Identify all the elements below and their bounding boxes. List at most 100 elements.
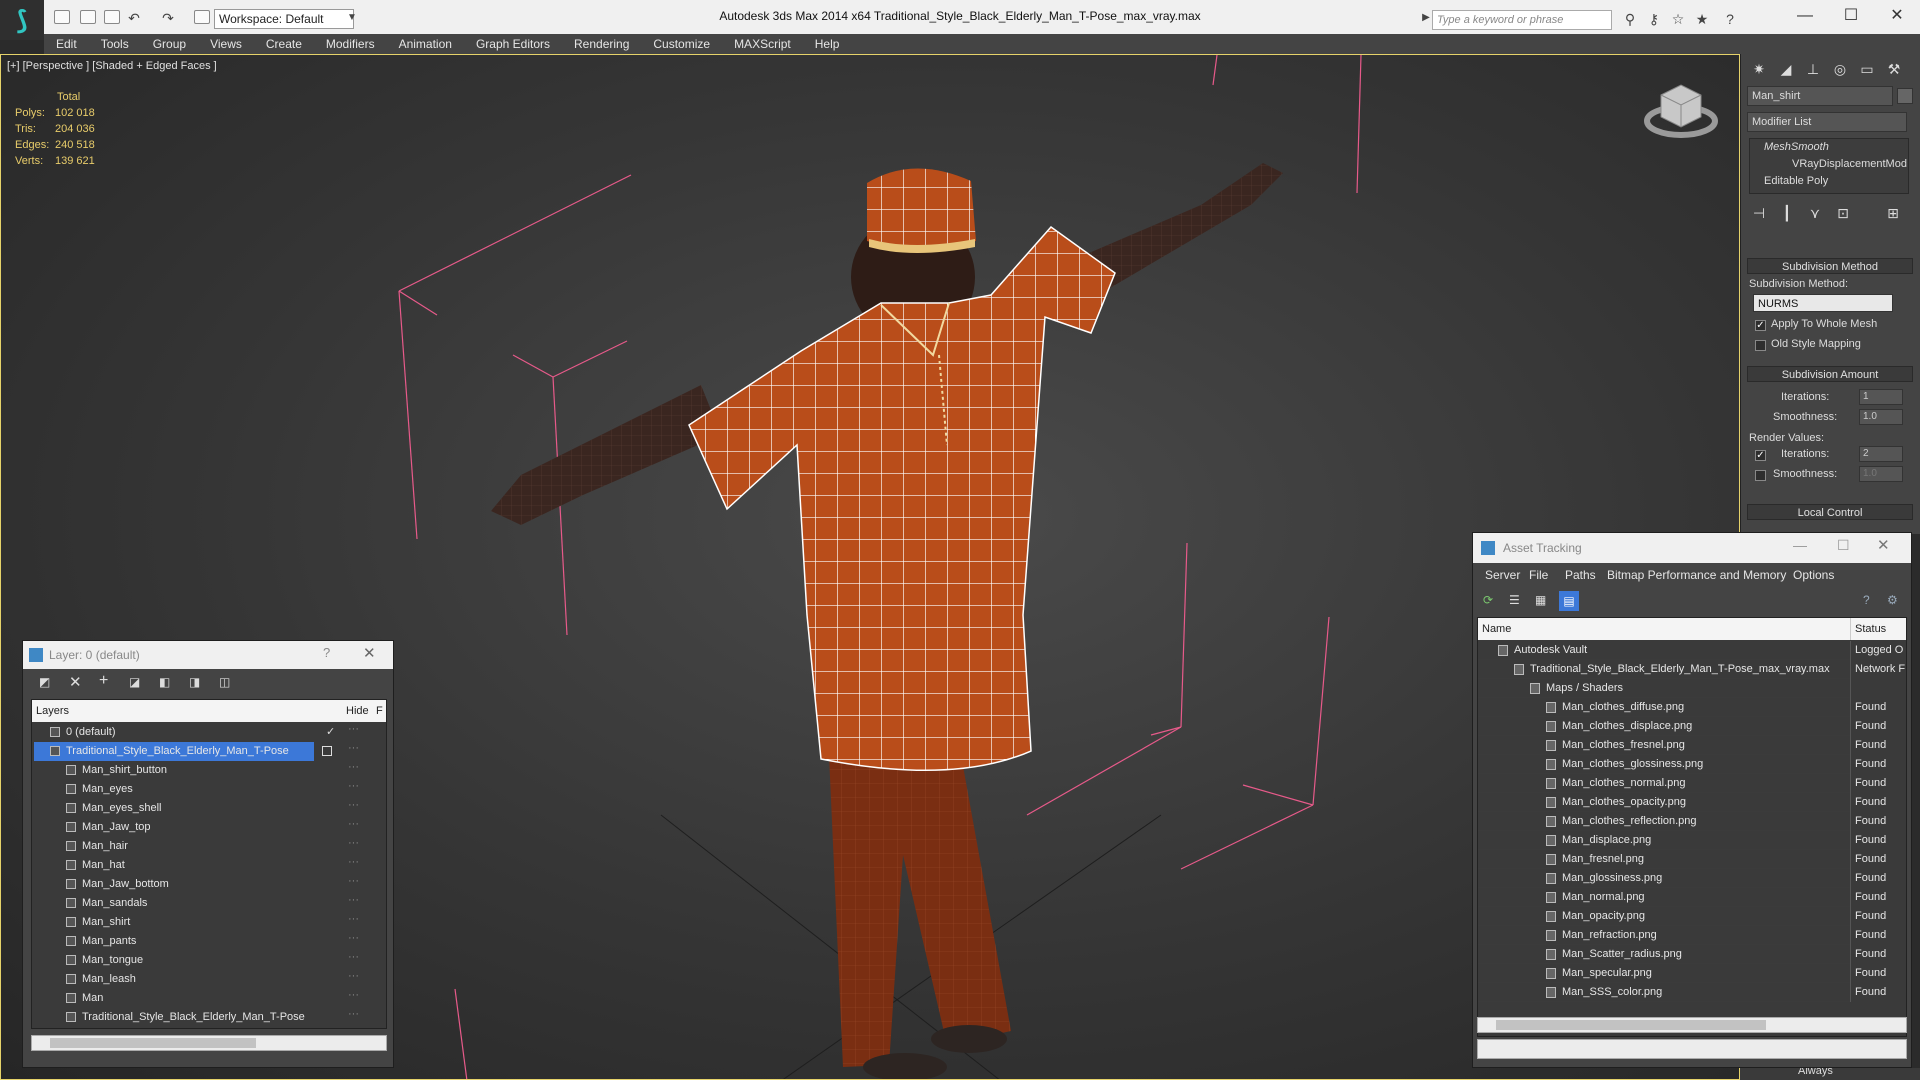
asset-row[interactable]: Man_normal.png Found [1478, 888, 1906, 907]
table-view-icon[interactable]: ▦ [1535, 593, 1546, 607]
open-file-icon[interactable] [80, 10, 96, 24]
hide-toggle-icon[interactable]: ··· [348, 948, 359, 967]
asset-row[interactable]: Man_opacity.png Found [1478, 907, 1906, 926]
help-icon[interactable]: ? [323, 645, 330, 660]
modify-tab-icon[interactable]: ◢ [1774, 58, 1798, 80]
hide-toggle-icon[interactable]: ··· [348, 967, 359, 986]
make-unique-icon[interactable]: ⋎ [1803, 202, 1827, 224]
hide-toggle-icon[interactable]: ··· [348, 815, 359, 834]
object-name-field[interactable]: Man_shirt [1747, 86, 1893, 106]
column-status[interactable]: Status [1850, 618, 1886, 640]
close-icon[interactable]: ✕ [363, 644, 376, 662]
set-current-checkbox[interactable] [322, 746, 332, 756]
hide-toggle-icon[interactable]: ··· [348, 986, 359, 1005]
smoothness-spinner[interactable]: 1.0 [1859, 409, 1903, 425]
scrollbar-thumb[interactable] [50, 1038, 256, 1048]
create-tab-icon[interactable]: ✷ [1747, 58, 1771, 80]
layer-row[interactable]: Man_hair ··· [32, 837, 386, 856]
menu-group[interactable]: Group [141, 34, 198, 54]
layer-row[interactable]: Man_leash ··· [32, 970, 386, 989]
layer-row[interactable]: Man_eyes_shell ··· [32, 799, 386, 818]
utilities-tab-icon[interactable]: ⚒ [1882, 58, 1906, 80]
layer-row[interactable]: Man_Jaw_bottom ··· [32, 875, 386, 894]
binoculars-icon[interactable]: ⚲ [1622, 11, 1638, 27]
motion-tab-icon[interactable]: ◎ [1828, 58, 1852, 80]
asset-row[interactable]: Man_displace.png Found [1478, 831, 1906, 850]
display-tab-icon[interactable]: ▭ [1855, 58, 1879, 80]
chevron-down-icon[interactable]: ▼ [344, 10, 360, 26]
hide-toggle-icon[interactable]: ··· [348, 796, 359, 815]
hierarchy-tab-icon[interactable]: ⊥ [1801, 58, 1825, 80]
show-end-result-icon[interactable]: ┃ [1775, 202, 1799, 224]
old-style-mapping-checkbox[interactable] [1755, 340, 1766, 351]
asset-row[interactable]: Man_specular.png Found [1478, 964, 1906, 983]
redo-icon[interactable]: ↷ [160, 10, 176, 26]
column-freeze[interactable]: F [376, 700, 383, 722]
create-layer-icon[interactable]: ◩ [39, 675, 50, 689]
help-icon[interactable]: ? [1863, 593, 1870, 607]
modifier-stack-item[interactable]: VRayDisplacementMod [1792, 158, 1907, 170]
menu-tools[interactable]: Tools [89, 34, 141, 54]
render-smoothness-spinner[interactable]: 1.0 [1859, 466, 1903, 482]
hide-toggle-icon[interactable]: ··· [348, 853, 359, 872]
rollout-local-control[interactable]: Local Control [1747, 504, 1913, 520]
column-layers[interactable]: Layers [36, 700, 69, 722]
app-logo-icon[interactable]: ⟆ [0, 0, 44, 40]
new-file-icon[interactable] [54, 10, 70, 24]
asset-row[interactable]: Man_SSS_color.png Found [1478, 983, 1906, 1002]
asset-horizontal-scrollbar[interactable] [1477, 1017, 1907, 1033]
asset-row[interactable]: Traditional_Style_Black_Elderly_Man_T-Po… [1478, 660, 1906, 679]
grid-view-icon[interactable]: ▤ [1559, 591, 1579, 611]
search-input[interactable]: Type a keyword or phrase [1432, 10, 1612, 30]
menu-rendering[interactable]: Rendering [562, 34, 641, 54]
settings-icon[interactable]: ⚙ [1887, 593, 1898, 607]
hide-toggle-icon[interactable]: ··· [348, 929, 359, 948]
hide-toggle-icon[interactable]: ··· [348, 777, 359, 796]
save-file-icon[interactable] [104, 10, 120, 24]
layer-row[interactable]: Traditional_Style_Black_Elderly_Man_T-Po… [32, 742, 386, 761]
menu-customize[interactable]: Customize [641, 34, 722, 54]
remove-modifier-icon[interactable]: ⊡ [1831, 202, 1855, 224]
column-name[interactable]: Name [1482, 618, 1511, 640]
render-iterations-spinner[interactable]: 2 [1859, 446, 1903, 462]
hide-all-icon[interactable]: ◨ [189, 675, 200, 689]
menu-edit[interactable]: Edit [44, 34, 89, 54]
asset-menu-options[interactable]: Options [1781, 565, 1846, 585]
render-smoothness-checkbox[interactable] [1755, 470, 1766, 481]
layer-row[interactable]: Man_Jaw_top ··· [32, 818, 386, 837]
key-icon[interactable]: ⚷ [1646, 11, 1662, 27]
column-hide[interactable]: Hide [346, 700, 369, 722]
render-iterations-checkbox[interactable]: ✓ [1755, 450, 1766, 461]
asset-row[interactable]: Man_clothes_reflection.png Found [1478, 812, 1906, 831]
rollout-subdivision-amount[interactable]: Subdivision Amount [1747, 366, 1913, 382]
list-view-icon[interactable]: ☰ [1509, 593, 1520, 607]
menu-maxscript[interactable]: MAXScript [722, 34, 803, 54]
asset-menu-bitmap[interactable]: Bitmap Performance and Memory [1595, 565, 1798, 585]
asset-row[interactable]: Man_clothes_diffuse.png Found [1478, 698, 1906, 717]
favorite-icon[interactable]: ★ [1694, 11, 1710, 27]
workspace-select[interactable]: Workspace: Default [214, 9, 354, 29]
select-objects-icon[interactable]: ◪ [129, 675, 140, 689]
layer-row[interactable]: Man_tongue ··· [32, 951, 386, 970]
delete-layer-icon[interactable]: ✕ [69, 673, 82, 691]
configure-sets-icon[interactable]: ⊞ [1881, 202, 1905, 224]
minimize-icon[interactable]: — [1782, 0, 1828, 34]
hide-toggle-icon[interactable]: ··· [348, 891, 359, 910]
menu-views[interactable]: Views [198, 34, 254, 54]
hide-toggle-icon[interactable]: ··· [348, 758, 359, 777]
current-layer-check-icon[interactable]: ✓ [326, 723, 335, 742]
project-folder-icon[interactable] [194, 10, 210, 24]
modifier-stack-item[interactable]: MeshSmooth [1764, 141, 1829, 153]
apply-whole-mesh-checkbox[interactable]: ✓ [1755, 320, 1766, 331]
layer-row[interactable]: Man_shirt ··· [32, 913, 386, 932]
scrollbar-thumb[interactable] [1496, 1020, 1766, 1030]
view-cube[interactable] [1644, 84, 1718, 138]
layer-row[interactable]: Man_eyes ··· [32, 780, 386, 799]
rollout-subdivision-method[interactable]: Subdivision Method [1747, 258, 1913, 274]
add-to-layer-icon[interactable]: + [99, 672, 108, 690]
layer-horizontal-scrollbar[interactable] [31, 1035, 387, 1051]
maximize-icon[interactable]: ☐ [1828, 0, 1874, 34]
refresh-icon[interactable]: ⟳ [1483, 593, 1493, 607]
help-icon[interactable]: ? [1722, 11, 1738, 27]
hide-toggle-icon[interactable]: ··· [348, 834, 359, 853]
